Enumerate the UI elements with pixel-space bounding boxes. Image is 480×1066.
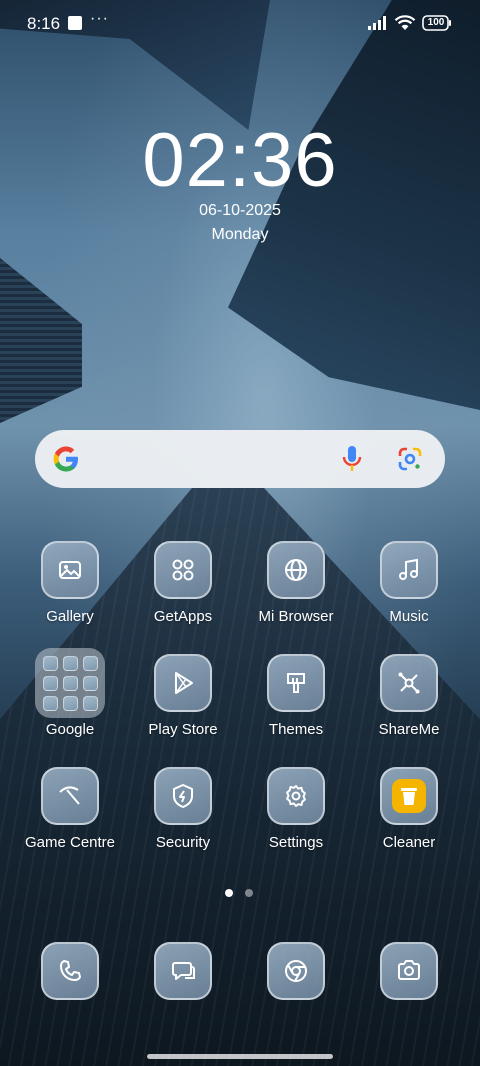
app-themes[interactable]: Themes [241,654,351,738]
app-shareme[interactable]: ShareMe [354,654,464,738]
app-label: Settings [268,834,324,851]
messages-icon [154,942,212,1000]
page-indicator [225,884,265,902]
more-notifications-icon: ··· [90,10,109,27]
dock-chrome[interactable] [241,942,351,1000]
google-search-bar[interactable] [35,430,445,488]
wallpaper-building [0,258,82,423]
app-mi-browser[interactable]: Mi Browser [241,541,351,625]
music-note-icon [380,541,438,599]
trash-icon [380,767,438,825]
app-label: Themes [268,721,324,738]
folder-icon [35,648,105,718]
game-centre-icon [41,767,99,825]
google-g-icon [53,446,78,472]
app-label: Mi Browser [258,608,334,625]
clock-day: Monday [211,226,269,243]
mic-icon[interactable] [341,444,363,474]
app-settings[interactable]: Settings [241,767,351,851]
app-label: GetApps [153,608,213,625]
battery-level: 100 [427,17,445,28]
app-label: Cleaner [382,834,436,851]
camera-icon [380,942,438,1000]
page-dot [245,889,253,897]
status-bar: 8:16 ··· 100 [0,0,480,46]
home-indicator[interactable] [147,1054,333,1059]
phone-icon [41,942,99,1000]
chrome-icon [267,942,325,1000]
paint-brush-icon [267,654,325,712]
clock-time[interactable]: 02:36 [0,117,480,204]
signal-icon [368,16,386,30]
app-label: Play Store [148,721,218,738]
dock-camera[interactable] [354,942,464,1000]
dock-phone[interactable] [15,942,125,1000]
share-nodes-icon [380,654,438,712]
play-store-icon [154,654,212,712]
app-label: Security [155,834,211,851]
app-label: Music [389,608,429,625]
clock-date: 06-10-2025 [199,202,281,219]
app-play-store[interactable]: Play Store [128,654,238,738]
gear-icon [267,767,325,825]
app-label: Game Centre [24,834,116,851]
app-gallery[interactable]: Gallery [15,541,125,625]
app-cleaner[interactable]: Cleaner [354,767,464,851]
app-security[interactable]: Security [128,767,238,851]
globe-icon [267,541,325,599]
folder-google[interactable]: Google [15,648,125,738]
app-getapps[interactable]: GetApps [128,541,238,625]
grid-icon [154,541,212,599]
dock-messages[interactable] [128,942,238,1000]
app-label: ShareMe [378,721,440,738]
notification-icon [68,16,82,30]
page-dot-active [225,889,233,897]
google-lens-icon[interactable] [397,446,423,472]
battery-icon: 100 [422,15,452,31]
app-music[interactable]: Music [354,541,464,625]
gallery-icon [41,541,99,599]
wifi-icon [394,15,416,30]
app-label: Gallery [46,608,94,625]
shield-bolt-icon [154,767,212,825]
status-time: 8:16 [27,14,61,33]
app-label: Google [45,721,95,738]
app-game-centre[interactable]: Game Centre [15,767,125,851]
